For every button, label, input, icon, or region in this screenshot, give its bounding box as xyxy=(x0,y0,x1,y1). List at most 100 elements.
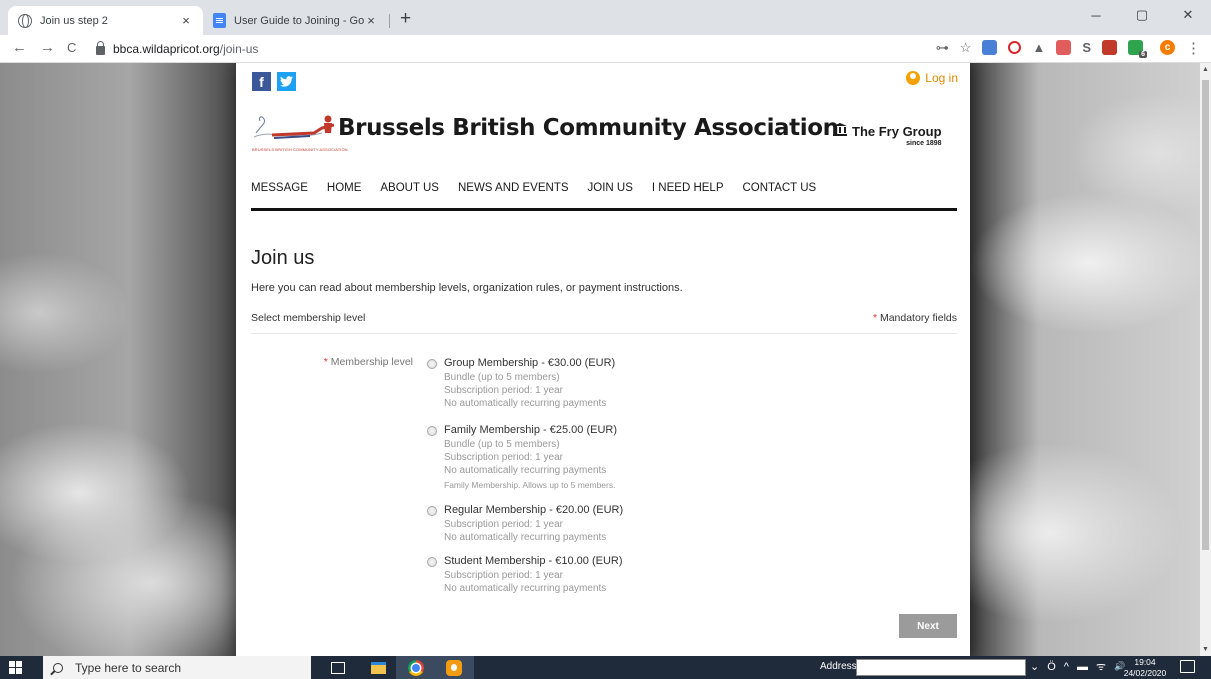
restore-button[interactable]: ▢ xyxy=(1119,0,1165,30)
page-intro: Here you can read about membership level… xyxy=(251,282,683,294)
pdf-icon[interactable] xyxy=(1102,40,1117,55)
task-view-button[interactable] xyxy=(318,656,358,679)
nav-item-message[interactable]: MESSAGE xyxy=(251,182,308,194)
new-tab-button[interactable]: + xyxy=(400,9,411,29)
tab-user-guide[interactable]: User Guide to Joining - Google D × xyxy=(203,6,388,35)
pocket-icon[interactable] xyxy=(1056,40,1072,55)
section-label: Select membership level xyxy=(251,312,366,324)
lock-icon xyxy=(96,41,105,55)
membership-option-family[interactable]: Family Membership - €25.00 (EUR) Bundle … xyxy=(427,424,757,494)
chrome-taskbar-button[interactable] xyxy=(396,656,436,679)
browser-toolbar: ← → C bbca.wildapricot.org/join-us ⊶ ☆ ▲… xyxy=(0,35,1211,63)
tab-close-icon[interactable]: × xyxy=(364,13,378,28)
tray-chevron-icon[interactable]: ⌄ xyxy=(1030,660,1039,673)
vpn-icon xyxy=(446,659,462,676)
file-explorer-button[interactable] xyxy=(358,656,398,679)
nav-item-contact-us[interactable]: CONTACT US xyxy=(742,182,816,194)
option-detail: Bundle (up to 5 members) xyxy=(444,372,560,383)
browser-tab-strip: Join us step 2 × User Guide to Joining -… xyxy=(0,0,1211,35)
profile-avatar[interactable]: c xyxy=(1160,40,1175,55)
tray-sync-icon[interactable]: Ö xyxy=(1047,661,1056,673)
extension-tray: ⊶ ☆ ▲ S 6 c ⋮ xyxy=(936,40,1201,58)
background-clouds-left xyxy=(0,63,236,656)
taskbar-search[interactable]: Type here to search xyxy=(43,656,311,679)
scroll-thumb[interactable] xyxy=(1202,80,1209,550)
option-note: Family Membership. Allows up to 5 member… xyxy=(444,480,616,490)
task-view-icon xyxy=(331,661,345,674)
windows-taskbar: Type here to search Address ⌄ Ö ^ ▬ ᯤ 🔊 … xyxy=(0,656,1211,679)
option-detail: Subscription period: 1 year xyxy=(444,452,563,463)
scroll-down-arrow[interactable]: ▼ xyxy=(1202,646,1209,653)
login-label: Log in xyxy=(925,71,958,85)
background-clouds-right xyxy=(970,63,1200,656)
show-hidden-icons-icon[interactable]: ^ xyxy=(1064,661,1069,673)
site-title[interactable]: Brussels British Community Association xyxy=(338,115,839,141)
membership-option-regular[interactable]: Regular Membership - €20.00 (EUR) Subscr… xyxy=(427,504,757,546)
nav-divider xyxy=(251,208,957,211)
nav-item-join-us[interactable]: JOIN US xyxy=(588,182,633,194)
section-header: Select membership level * Mandatory fiel… xyxy=(251,312,957,334)
drive-icon[interactable]: ▲ xyxy=(1032,40,1045,55)
battery-icon[interactable]: ▬ xyxy=(1077,661,1088,673)
social-links: f xyxy=(252,72,296,91)
user-icon xyxy=(906,71,921,85)
tab-close-icon[interactable]: × xyxy=(179,13,193,28)
page-scrollbar[interactable]: ▲ ▼ xyxy=(1200,63,1211,656)
bbca-logo[interactable]: BRUSSELS BRITISH COMMUNITY ASSOCIATION xyxy=(252,111,348,152)
address-bar[interactable]: bbca.wildapricot.org/join-us xyxy=(96,38,258,60)
nav-item-home[interactable]: HOME xyxy=(327,182,362,194)
option-title: Family Membership - €25.00 (EUR) xyxy=(444,424,617,436)
twitter-icon[interactable] xyxy=(277,72,296,91)
extension-s-icon[interactable]: S xyxy=(1082,40,1091,55)
clock-time: 19:04 xyxy=(1134,657,1156,667)
extension-badge: 6 xyxy=(1139,51,1147,58)
membership-option-student[interactable]: Student Membership - €10.00 (EUR) Subscr… xyxy=(427,555,757,597)
minimize-button[interactable]: ─ xyxy=(1073,0,1119,30)
nav-item-about-us[interactable]: ABOUT US xyxy=(380,182,439,194)
forward-button[interactable]: → xyxy=(40,39,55,56)
extension-1-icon[interactable] xyxy=(982,40,998,55)
reload-button[interactable]: C xyxy=(67,40,76,55)
opera-icon[interactable] xyxy=(1008,41,1022,54)
taskbar-clock[interactable]: 19:04 24/02/2020 xyxy=(1120,657,1170,679)
browser-menu-icon[interactable]: ⋮ xyxy=(1186,40,1201,57)
tab-join-us-step-2[interactable]: Join us step 2 × xyxy=(8,6,203,35)
option-title: Regular Membership - €20.00 (EUR) xyxy=(444,504,624,516)
required-asterisk: * xyxy=(323,356,328,368)
nav-item-news-and-events[interactable]: NEWS AND EVENTS xyxy=(458,182,569,194)
page-content: f Log in BRUSSELS BRITISH COMMUNITY ASSO… xyxy=(236,63,970,656)
mandatory-note: * Mandatory fields xyxy=(873,312,957,324)
wifi-icon[interactable]: ᯤ xyxy=(1096,659,1106,674)
shield-extension-icon[interactable]: 6 xyxy=(1128,40,1147,58)
tab-title: User Guide to Joining - Google D xyxy=(234,14,364,27)
tab-separator xyxy=(389,14,390,28)
radio-button[interactable] xyxy=(427,557,437,567)
folder-icon xyxy=(370,661,386,674)
login-link[interactable]: Log in xyxy=(906,71,958,85)
nav-item-i-need-help[interactable]: I NEED HELP xyxy=(652,182,724,194)
radio-button[interactable] xyxy=(427,426,437,436)
bank-icon xyxy=(833,123,847,140)
bookmark-star-icon[interactable]: ☆ xyxy=(960,40,972,55)
key-icon[interactable]: ⊶ xyxy=(936,40,949,55)
main-navigation: MESSAGE HOME ABOUT US NEWS AND EVENTS JO… xyxy=(251,182,816,194)
next-button[interactable]: Next xyxy=(899,614,957,638)
scroll-up-arrow[interactable]: ▲ xyxy=(1202,66,1209,73)
membership-option-group[interactable]: Group Membership - €30.00 (EUR) Bundle (… xyxy=(427,357,757,413)
site-header: BRUSSELS BRITISH COMMUNITY ASSOCIATION B… xyxy=(252,111,958,161)
field-label-text: Membership level xyxy=(330,356,413,368)
back-button[interactable]: ← xyxy=(12,39,27,56)
action-center-icon[interactable] xyxy=(1180,660,1195,673)
facebook-icon[interactable]: f xyxy=(252,72,271,91)
windows-start-icon[interactable] xyxy=(9,661,22,674)
url-host: bbca.wildapricot.org xyxy=(113,42,220,56)
system-tray: ⌄ Ö ^ ▬ ᯤ 🔊 xyxy=(1030,659,1125,674)
address-toolbar-input[interactable] xyxy=(856,659,1026,676)
vpn-taskbar-button[interactable] xyxy=(434,656,474,679)
option-detail: Subscription period: 1 year xyxy=(444,385,563,396)
sponsor-logo[interactable]: The Fry Group since 1898 xyxy=(833,123,942,147)
radio-button[interactable] xyxy=(427,506,437,516)
sponsor-since: since 1898 xyxy=(906,140,942,147)
close-window-button[interactable]: ✕ xyxy=(1165,0,1211,30)
radio-button[interactable] xyxy=(427,359,437,369)
